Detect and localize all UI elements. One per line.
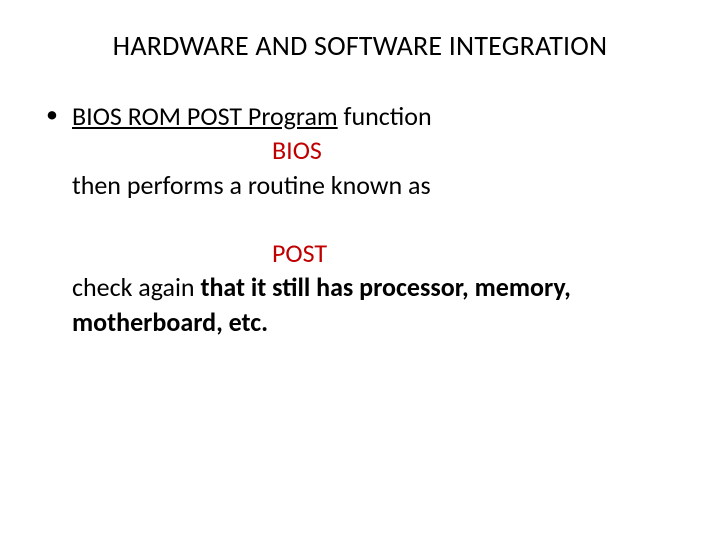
bios-rom-post-program: BIOS ROM POST Program	[72, 100, 338, 132]
line-5: check again that it still has processor,…	[72, 270, 680, 339]
slide: HARDWARE AND SOFTWARE INTEGRATION BIOS R…	[0, 0, 720, 540]
slide-title: HARDWARE AND SOFTWARE INTEGRATION	[36, 28, 684, 63]
bullet-item: BIOS ROM POST Program function BIOS then…	[46, 99, 680, 339]
function-text: function	[338, 100, 432, 132]
line-1: BIOS ROM POST Program function	[72, 99, 680, 133]
line-2-bios: BIOS	[72, 133, 680, 167]
check-again-text: check again	[72, 271, 195, 303]
line-4-post: POST	[72, 236, 680, 270]
routine-text: then performs a routine known as	[72, 169, 431, 201]
body-list: BIOS ROM POST Program function BIOS then…	[36, 99, 684, 339]
line-3: then performs a routine known as	[72, 168, 680, 202]
blank-line	[72, 202, 680, 236]
